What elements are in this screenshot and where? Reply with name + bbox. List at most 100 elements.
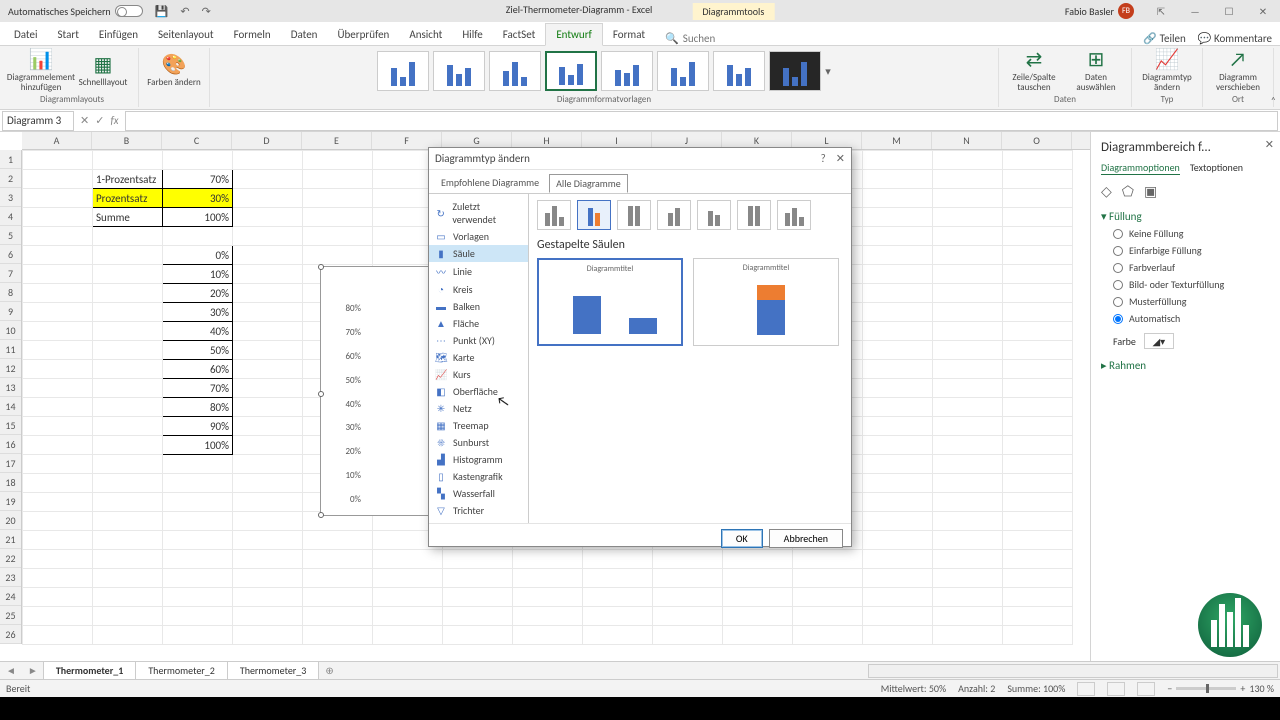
cell[interactable] — [233, 417, 303, 436]
cell[interactable] — [93, 474, 163, 493]
cell[interactable] — [1003, 341, 1073, 360]
cell[interactable] — [1003, 303, 1073, 322]
chart-category[interactable]: 〰Linie — [429, 262, 528, 281]
row-header[interactable]: 23 — [0, 568, 21, 587]
tab-format[interactable]: Format — [603, 24, 655, 45]
cell[interactable] — [93, 322, 163, 341]
cell[interactable] — [583, 588, 653, 607]
cell[interactable] — [1003, 284, 1073, 303]
row-header[interactable]: 17 — [0, 454, 21, 473]
sheet-tab-3[interactable]: Thermometer_3 — [227, 661, 320, 680]
cell[interactable] — [863, 303, 933, 322]
view-break-icon[interactable] — [1137, 682, 1155, 696]
col-header[interactable]: C — [162, 132, 232, 149]
enter-formula-icon[interactable]: ✓ — [95, 114, 104, 127]
subtype-clustered[interactable] — [537, 200, 571, 230]
cell[interactable] — [233, 360, 303, 379]
view-normal-icon[interactable] — [1077, 682, 1095, 696]
cell[interactable] — [233, 265, 303, 284]
tab-hilfe[interactable]: Hilfe — [452, 24, 492, 45]
cell[interactable] — [933, 398, 1003, 417]
cell[interactable]: 1-Prozentsatz — [93, 170, 163, 189]
chart-category[interactable]: ◧Oberfläche — [429, 383, 528, 400]
row-header[interactable]: 22 — [0, 549, 21, 568]
cell[interactable] — [23, 151, 93, 170]
cell[interactable] — [303, 588, 373, 607]
cell[interactable] — [93, 455, 163, 474]
cell[interactable] — [723, 569, 793, 588]
cell[interactable]: 70% — [163, 170, 233, 189]
fill-option[interactable]: Einfarbige Füllung — [1113, 244, 1270, 257]
tab-datei[interactable]: Datei — [4, 24, 48, 45]
fx-icon[interactable]: fx — [110, 114, 118, 127]
cell[interactable] — [23, 170, 93, 189]
chart-style-3[interactable] — [489, 51, 541, 91]
cell[interactable] — [233, 398, 303, 417]
cell[interactable] — [933, 607, 1003, 626]
cell[interactable] — [1003, 208, 1073, 227]
cell[interactable] — [863, 550, 933, 569]
chart-style-5[interactable] — [601, 51, 653, 91]
cell[interactable] — [513, 569, 583, 588]
cell[interactable] — [933, 284, 1003, 303]
fill-section[interactable]: ▾ Füllung — [1101, 210, 1270, 223]
cell[interactable] — [233, 436, 303, 455]
subtype-3d-100stacked[interactable] — [737, 200, 771, 230]
cell[interactable] — [1003, 550, 1073, 569]
chart-category[interactable]: ▭Vorlagen — [429, 228, 528, 245]
col-header[interactable]: D — [232, 132, 302, 149]
cell[interactable] — [303, 246, 373, 265]
fill-option[interactable]: Keine Füllung — [1113, 227, 1270, 240]
cell[interactable] — [863, 588, 933, 607]
dialog-help-icon[interactable]: ? — [821, 152, 826, 165]
cell[interactable] — [933, 531, 1003, 550]
cell[interactable] — [233, 208, 303, 227]
cell[interactable]: 10% — [163, 265, 233, 284]
cell[interactable] — [653, 588, 723, 607]
cell[interactable] — [863, 607, 933, 626]
redo-icon[interactable]: ↷ — [202, 5, 211, 18]
cell[interactable] — [1003, 512, 1073, 531]
tab-start[interactable]: Start — [48, 24, 89, 45]
cell[interactable] — [163, 493, 233, 512]
cell[interactable] — [863, 284, 933, 303]
cell[interactable] — [233, 246, 303, 265]
chart-category[interactable]: ▦Treemap — [429, 417, 528, 434]
cell[interactable] — [933, 208, 1003, 227]
chart-category[interactable]: ☀Sunburst — [429, 434, 528, 451]
cell[interactable] — [1003, 151, 1073, 170]
cell[interactable] — [863, 493, 933, 512]
change-chart-type-button[interactable]: 📈Diagrammtyp ändern — [1138, 49, 1196, 93]
quick-layout-button[interactable]: ▦Schnelllayout — [74, 54, 132, 88]
cell[interactable]: 100% — [163, 208, 233, 227]
cell[interactable] — [1003, 379, 1073, 398]
cell[interactable] — [233, 474, 303, 493]
cell[interactable] — [23, 531, 93, 550]
cell[interactable] — [933, 569, 1003, 588]
cell[interactable] — [163, 455, 233, 474]
row-header[interactable]: 1 — [0, 150, 21, 169]
col-header[interactable]: O — [1002, 132, 1072, 149]
cell[interactable] — [163, 588, 233, 607]
effects-icon[interactable]: ⬠ — [1122, 183, 1134, 200]
cell[interactable] — [93, 607, 163, 626]
cell[interactable] — [23, 607, 93, 626]
cell[interactable] — [863, 246, 933, 265]
border-section[interactable]: ▸ Rahmen — [1101, 359, 1270, 372]
chart-style-2[interactable] — [433, 51, 485, 91]
cell[interactable] — [373, 569, 443, 588]
cell[interactable] — [933, 170, 1003, 189]
avatar[interactable]: FB — [1118, 3, 1134, 19]
cell[interactable] — [93, 265, 163, 284]
row-header[interactable]: 26 — [0, 625, 21, 644]
undo-icon[interactable]: ↶ — [180, 5, 189, 18]
cell[interactable] — [93, 151, 163, 170]
cell[interactable] — [233, 493, 303, 512]
cell[interactable] — [303, 170, 373, 189]
cell[interactable] — [373, 626, 443, 645]
zoom-out-icon[interactable]: − — [1167, 682, 1172, 695]
cell[interactable] — [303, 227, 373, 246]
cell[interactable] — [233, 607, 303, 626]
ok-button[interactable]: OK — [721, 529, 763, 548]
cell[interactable] — [233, 227, 303, 246]
